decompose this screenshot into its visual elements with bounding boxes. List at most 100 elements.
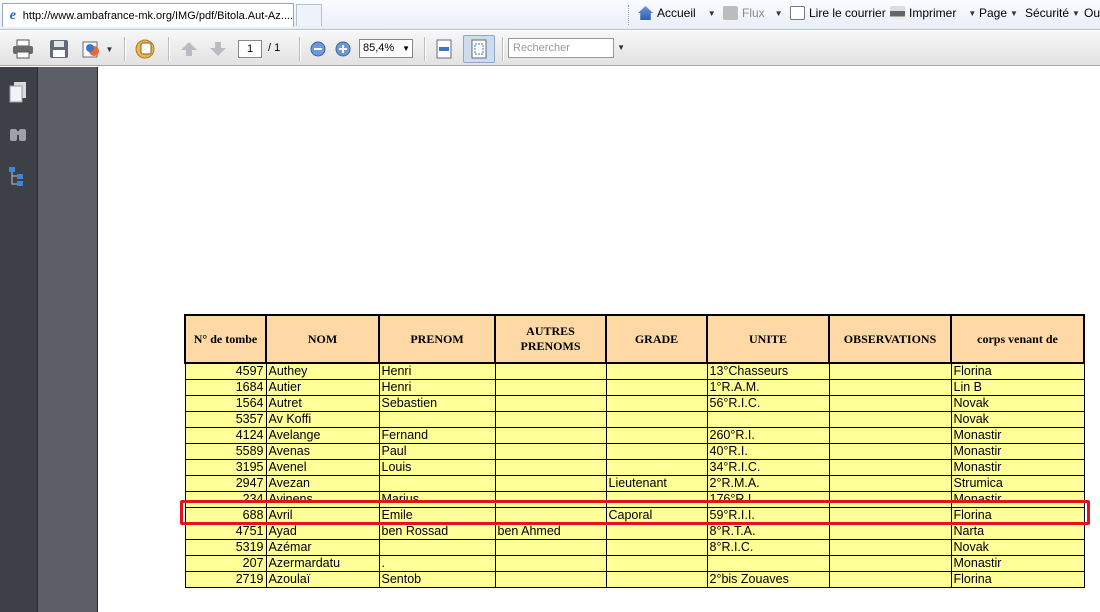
table-cell: 688 <box>184 507 267 524</box>
column-header: GRADE <box>605 314 708 364</box>
search-placeholder: Rechercher <box>513 42 570 54</box>
page-total: / 1 <box>268 42 281 54</box>
table-header-row: N° de tombe NOM PRENOM AUTRES PRENOMS GRADE U… <box>184 314 1085 364</box>
printer-icon[interactable] <box>10 37 36 61</box>
table-cell: Narta <box>950 523 1085 540</box>
search-input[interactable]: Rechercher ▼ <box>508 38 625 58</box>
browser-tab[interactable]: e http://www.ambafrance-mk.org/IMG/pdf/B… <box>2 3 294 27</box>
table-cell: 2°R.M.A. <box>706 475 830 492</box>
tools-menu-button[interactable]: Out <box>1084 6 1100 20</box>
arrow-up-icon[interactable] <box>178 37 200 61</box>
table-cell: 2°bis Zouaves <box>706 571 830 588</box>
table-row-highlighted: 688 Avril Emile Caporal 59°R.I.I. Florina <box>184 507 1085 524</box>
page-menu-label: Page <box>979 6 1008 20</box>
feeds-button[interactable]: Flux ▼ <box>723 6 783 20</box>
table-cell <box>494 395 607 412</box>
table-cell: 207 <box>184 555 267 572</box>
share-icon[interactable]: ▼ <box>80 37 114 61</box>
table-cell: 4597 <box>184 362 267 380</box>
table-cell <box>605 395 708 412</box>
table-cell <box>494 427 607 444</box>
table-cell: Sebastien <box>378 395 496 412</box>
table-cell: Avezan <box>265 475 380 492</box>
table-cell: Strumica <box>950 475 1085 492</box>
fit-page-icon[interactable] <box>463 35 495 63</box>
table-cell: 3195 <box>184 459 267 476</box>
table-cell: 8°R.T.A. <box>706 523 830 540</box>
table-cell <box>828 523 952 540</box>
save-icon[interactable] <box>46 37 72 61</box>
table-cell: 56°R.I.C. <box>706 395 830 412</box>
home-dropdown-icon[interactable]: ▼ <box>708 9 716 18</box>
table-cell: Marius <box>378 491 496 508</box>
table-cell <box>828 395 952 412</box>
binoculars-icon[interactable] <box>7 123 29 145</box>
search-dropdown-icon[interactable]: ▼ <box>617 39 625 57</box>
table-cell: 260°R.I. <box>706 427 830 444</box>
table-cell: Monastir <box>950 555 1085 572</box>
print-button[interactable]: Imprimer ▼ <box>890 6 976 20</box>
read-mail-button[interactable]: Lire le courrier <box>790 6 886 20</box>
browser-command-bar: e http://www.ambafrance-mk.org/IMG/pdf/B… <box>0 0 1100 30</box>
home-icon <box>638 6 653 20</box>
feeds-dropdown-icon[interactable]: ▼ <box>775 9 783 18</box>
table-cell <box>494 571 607 588</box>
table-cell: Avinens <box>265 491 380 508</box>
browser-tab-title: http://www.ambafrance-mk.org/IMG/pdf/Bit… <box>22 9 293 22</box>
rss-icon <box>723 6 738 20</box>
zoom-out-icon[interactable] <box>308 37 328 61</box>
table-row: 2947 Avezan Lieutenant 2°R.M.A. Strumica <box>184 475 1085 492</box>
table-cell <box>494 507 607 524</box>
table-cell: Fernand <box>378 427 496 444</box>
table-row: 234 Avinens Marius 176°R.I. Monastir <box>184 491 1085 508</box>
table-cell <box>828 379 952 396</box>
column-header: UNITE <box>706 314 830 364</box>
table-cell: 8°R.I.C. <box>706 539 830 556</box>
zoom-level-select[interactable]: 85,4% ▼ <box>359 39 413 58</box>
table-cell <box>494 443 607 460</box>
table-cell: Henri <box>378 362 496 380</box>
table-cell: 2947 <box>184 475 267 492</box>
table-cell: Paul <box>378 443 496 460</box>
graves-table: N° de tombe NOM PRENOM AUTRES PRENOMS GRADE U… <box>184 314 1085 588</box>
security-menu-button[interactable]: Sécurité ▼ <box>1025 6 1080 20</box>
home-button[interactable]: Accueil ▼ <box>638 6 716 20</box>
hand-icon[interactable] <box>132 37 160 61</box>
table-cell: 5357 <box>184 411 267 428</box>
table-cell: Avelange <box>265 427 380 444</box>
toolbar-separator <box>299 37 300 61</box>
table-row: 4124 Avelange Fernand 260°R.I. Monastir <box>184 427 1085 444</box>
table-cell <box>605 427 708 444</box>
table-cell: Monastir <box>950 427 1085 444</box>
table-cell <box>828 459 952 476</box>
command-separator <box>628 5 629 25</box>
table-cell: 4751 <box>184 523 267 540</box>
table-row: 5357 Av Koffi Novak <box>184 411 1085 428</box>
fit-width-icon[interactable] <box>432 37 456 61</box>
table-cell <box>706 411 830 428</box>
table-cell <box>828 539 952 556</box>
pages-icon[interactable] <box>7 81 29 103</box>
new-tab-button[interactable] <box>296 4 322 26</box>
table-row: 1564 Autret Sebastien 56°R.I.C. Novak <box>184 395 1085 412</box>
print-dropdown-icon[interactable]: ▼ <box>968 9 976 18</box>
page-menu-button[interactable]: Page ▼ <box>979 6 1018 20</box>
table-cell: Ayad <box>265 523 380 540</box>
table-cell <box>378 411 496 428</box>
arrow-down-icon[interactable] <box>207 37 229 61</box>
zoom-in-icon[interactable] <box>333 37 353 61</box>
chevron-down-icon: ▼ <box>402 44 410 53</box>
table-cell: 34°R.I.C. <box>706 459 830 476</box>
security-menu-label: Sécurité <box>1025 6 1070 20</box>
table-cell <box>494 539 607 556</box>
table-cell <box>828 571 952 588</box>
table-row: 4751 Ayad ben Rossad ben Ahmed 8°R.T.A. Narta <box>184 523 1085 540</box>
table-cell: Monastir <box>950 443 1085 460</box>
security-dropdown-icon: ▼ <box>1072 8 1080 18</box>
table-cell <box>706 555 830 572</box>
bookmarks-icon[interactable] <box>7 165 29 187</box>
table-cell <box>605 443 708 460</box>
table-cell: Novak <box>950 539 1085 556</box>
page-number-input[interactable]: 1 <box>238 40 262 58</box>
toolbar-separator <box>424 37 425 61</box>
